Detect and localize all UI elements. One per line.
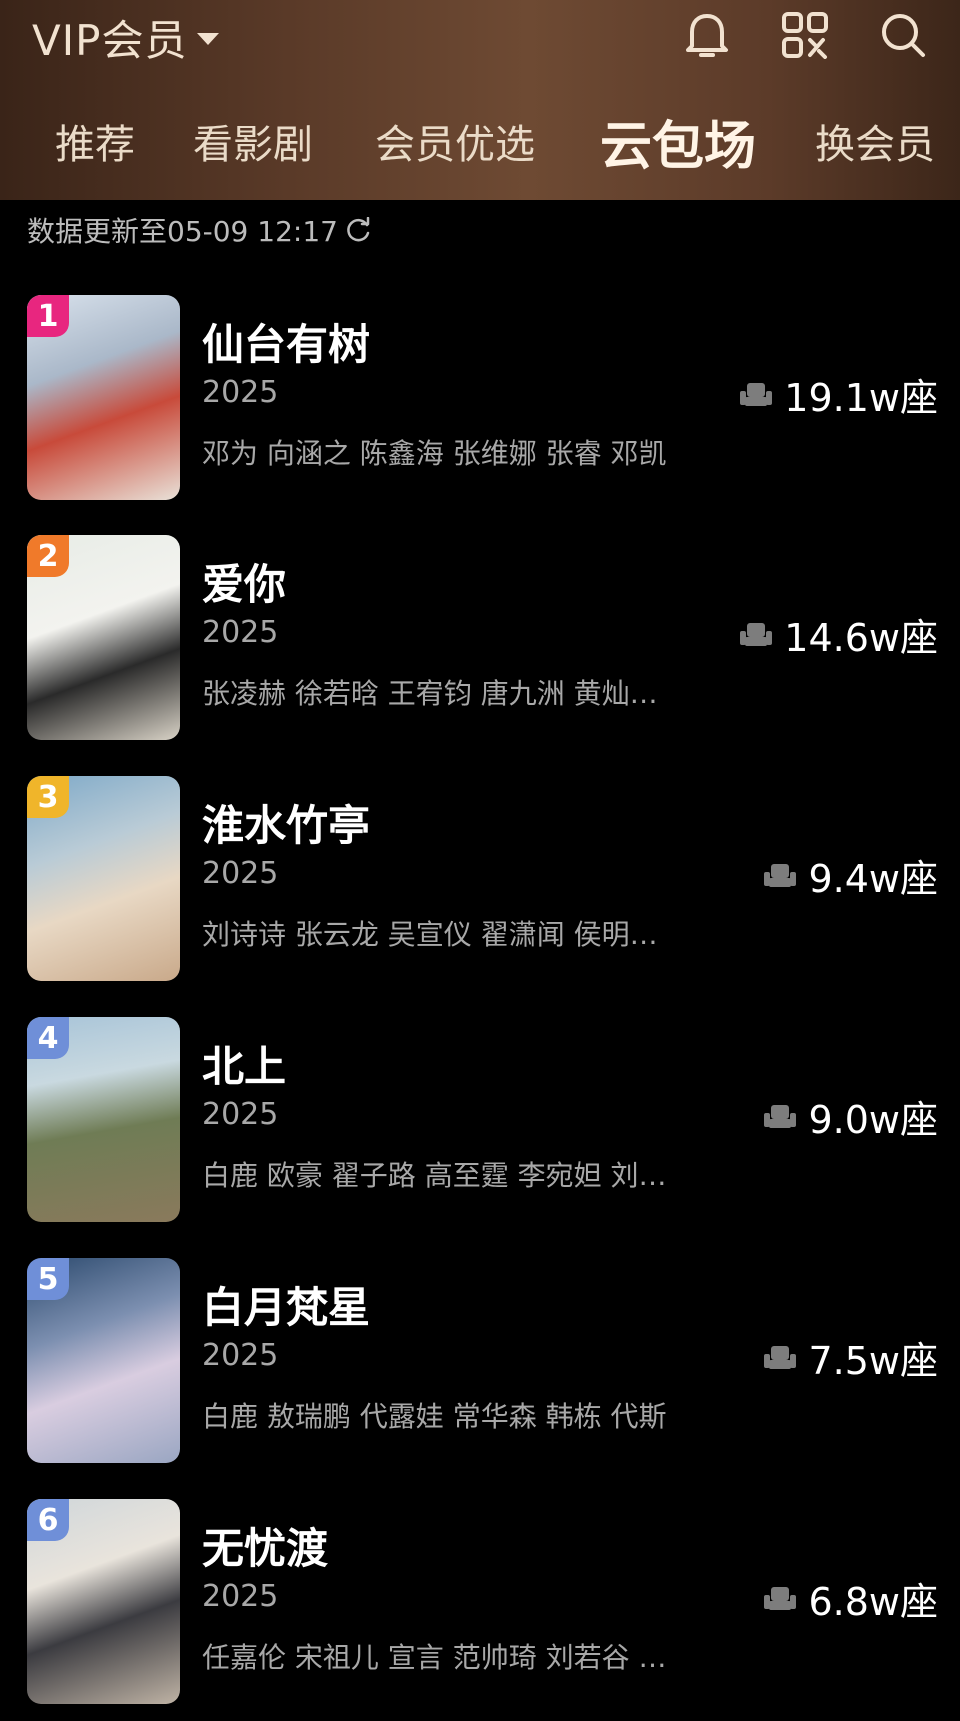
vip-menu-button[interactable]: VIP会员 bbox=[32, 10, 220, 65]
seat-count: 9.4w座 bbox=[762, 848, 938, 903]
seat-icon bbox=[764, 863, 797, 887]
scan-icon[interactable] bbox=[778, 8, 832, 62]
seat-count: 6.8w座 bbox=[762, 1571, 938, 1626]
poster-image[interactable]: 3 bbox=[27, 776, 180, 981]
header-actions bbox=[680, 8, 930, 62]
rank-badge: 3 bbox=[27, 776, 69, 818]
item-cast: 邓为 向涵之 陈鑫海 张维娜 张睿 邓凯 bbox=[202, 437, 667, 470]
seat-count-text: 7.5w座 bbox=[808, 1339, 938, 1383]
list-item[interactable]: 1 仙台有树 2025 邓为 向涵之 陈鑫海 张维娜 张睿 邓凯 19.1w座 bbox=[0, 295, 960, 500]
item-title[interactable]: 淮水竹亭 bbox=[202, 792, 370, 853]
list-item[interactable]: 3 淮水竹亭 2025 刘诗诗 张云龙 吴宣仪 翟潇闻 侯明… 9.4w座 bbox=[0, 776, 960, 981]
seat-icon bbox=[740, 622, 773, 646]
update-text: 数据更新至05-09 12:17 bbox=[27, 215, 338, 248]
item-year: 2025 bbox=[202, 856, 279, 891]
item-cast: 白鹿 敖瑞鹏 代露娃 常华森 韩栋 代斯 bbox=[202, 1400, 667, 1433]
item-title[interactable]: 爱你 bbox=[202, 551, 286, 612]
tab-movies-series[interactable]: 看影剧 bbox=[193, 112, 313, 170]
item-year: 2025 bbox=[202, 615, 279, 650]
poster-image[interactable]: 4 bbox=[27, 1017, 180, 1222]
seat-count-text: 14.6w座 bbox=[784, 616, 938, 660]
poster-image[interactable]: 5 bbox=[27, 1258, 180, 1463]
item-year: 2025 bbox=[202, 375, 279, 410]
seat-icon bbox=[764, 1586, 797, 1610]
refresh-icon[interactable] bbox=[346, 217, 372, 243]
tab-switch-member[interactable]: 换会员 bbox=[815, 112, 935, 170]
seat-count-text: 9.4w座 bbox=[808, 857, 938, 901]
item-title[interactable]: 仙台有树 bbox=[202, 311, 370, 372]
tab-member-picks[interactable]: 会员优选 bbox=[375, 112, 535, 170]
item-title[interactable]: 无忧渡 bbox=[202, 1515, 328, 1576]
seat-count: 9.0w座 bbox=[762, 1089, 938, 1144]
item-cast: 张凌赫 徐若晗 王宥钧 唐九洲 黄灿… bbox=[202, 677, 658, 710]
rank-badge: 2 bbox=[27, 535, 69, 577]
rank-badge: 1 bbox=[27, 295, 69, 337]
rank-badge: 4 bbox=[27, 1017, 69, 1059]
search-icon[interactable] bbox=[876, 8, 930, 62]
poster-image[interactable]: 6 bbox=[27, 1499, 180, 1704]
item-cast: 白鹿 欧豪 翟子路 高至霆 李宛妲 刘… bbox=[202, 1159, 667, 1192]
poster-image[interactable]: 1 bbox=[27, 295, 180, 500]
seat-count: 7.5w座 bbox=[762, 1330, 938, 1385]
vip-menu-label: VIP会员 bbox=[32, 15, 188, 65]
seat-count-text: 6.8w座 bbox=[808, 1580, 938, 1624]
item-title[interactable]: 白月梵星 bbox=[202, 1274, 370, 1335]
rank-badge: 5 bbox=[27, 1258, 69, 1300]
seat-count: 19.1w座 bbox=[738, 367, 938, 422]
category-tabs: 推荐 看影剧 会员优选 云包场 换会员 bbox=[0, 100, 960, 180]
seat-count-text: 19.1w座 bbox=[784, 376, 938, 420]
seat-count: 14.6w座 bbox=[738, 607, 938, 662]
top-header: VIP会员 推荐 看影剧 会员优选 云包场 换会员 bbox=[0, 0, 960, 200]
item-cast: 刘诗诗 张云龙 吴宣仪 翟潇闻 侯明… bbox=[202, 918, 658, 951]
update-info: 数据更新至05-09 12:17 bbox=[27, 210, 372, 250]
list-item[interactable]: 4 北上 2025 白鹿 欧豪 翟子路 高至霆 李宛妲 刘… 9.0w座 bbox=[0, 1017, 960, 1222]
seat-count-text: 9.0w座 bbox=[808, 1098, 938, 1142]
seat-icon bbox=[764, 1104, 797, 1128]
bell-icon[interactable] bbox=[680, 8, 734, 62]
list-item[interactable]: 2 爱你 2025 张凌赫 徐若晗 王宥钧 唐九洲 黄灿… 14.6w座 bbox=[0, 535, 960, 740]
rank-badge: 6 bbox=[27, 1499, 69, 1541]
seat-icon bbox=[764, 1345, 797, 1369]
caret-down-icon bbox=[197, 33, 220, 45]
seat-icon bbox=[740, 382, 773, 406]
poster-image[interactable]: 2 bbox=[27, 535, 180, 740]
item-year: 2025 bbox=[202, 1338, 279, 1373]
list-item[interactable]: 6 无忧渡 2025 任嘉伦 宋祖儿 宣言 范帅琦 刘若谷 … 6.8w座 bbox=[0, 1499, 960, 1704]
list-item[interactable]: 5 白月梵星 2025 白鹿 敖瑞鹏 代露娃 常华森 韩栋 代斯 7.5w座 bbox=[0, 1258, 960, 1463]
item-year: 2025 bbox=[202, 1579, 279, 1614]
item-cast: 任嘉伦 宋祖儿 宣言 范帅琦 刘若谷 … bbox=[202, 1641, 667, 1674]
tab-cloud-screening[interactable]: 云包场 bbox=[600, 104, 756, 179]
item-year: 2025 bbox=[202, 1097, 279, 1132]
item-title[interactable]: 北上 bbox=[202, 1033, 286, 1094]
tab-recommend[interactable]: 推荐 bbox=[55, 112, 135, 170]
